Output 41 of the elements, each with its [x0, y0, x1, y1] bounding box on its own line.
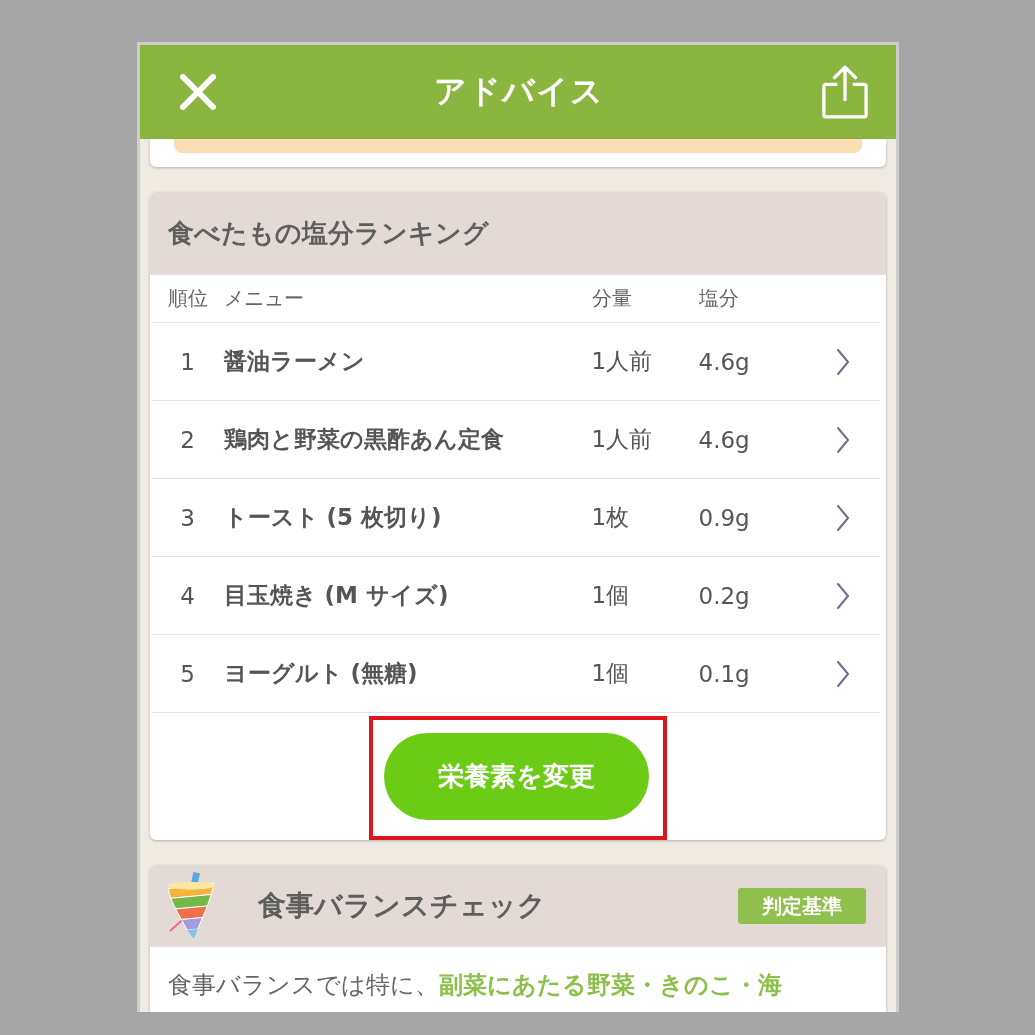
column-header: メニュー [223, 285, 305, 312]
salt-cell-text: 0.9g [698, 504, 751, 531]
rank-number: 3 [180, 504, 195, 531]
advice-text: 食事バランスでは特に、副菜にあたる野菜・きのこ・海 [167, 971, 782, 999]
amount-cell-text: 1人前 [591, 425, 654, 454]
share-icon[interactable] [821, 65, 868, 119]
ranking-row[interactable]: 4 目玉焼き (M サイズ) 1個 0.2g [151, 557, 880, 635]
chevron-right-icon [835, 581, 850, 610]
amount-cell-text: 1人前 [591, 347, 654, 376]
chevron-right-icon [835, 425, 850, 454]
section-title: 食べたもの塩分ランキング [167, 217, 489, 250]
menu-name: 鶏肉と野菜の黒酢あん定食 [223, 425, 505, 454]
chevron-right-icon [835, 659, 850, 688]
ranking-row[interactable]: 2 鶏肉と野菜の黒酢あん定食 1人前 4.6g [151, 401, 880, 479]
menu-name: トースト (5 枚切り) [223, 503, 443, 532]
screen-title: アドバイス [433, 71, 604, 112]
column-header: 塩分 [698, 285, 740, 312]
ranking-row[interactable]: 1 醤油ラーメン 1人前 4.6g [151, 323, 880, 401]
menu-name: 醤油ラーメン [223, 347, 366, 376]
chevron-right-icon [835, 347, 850, 376]
salt-cell-text: 0.2g [698, 582, 751, 609]
rank-number: 4 [180, 582, 195, 609]
spinning-top-icon [165, 871, 216, 941]
rank-number: 2 [180, 426, 195, 453]
section-title: 食事バランスチェック [257, 888, 547, 924]
salt-cell-text: 4.6g [698, 348, 751, 375]
amount-cell-text: 1個 [591, 659, 631, 688]
ranking-row[interactable]: 5 ヨーグルト (無糖) 1個 0.1g [151, 635, 880, 713]
salt-cell-text: 0.1g [698, 660, 751, 687]
ranking-row[interactable]: 3 トースト (5 枚切り) 1枚 0.9g [151, 479, 880, 557]
salt-cell-text: 4.6g [698, 426, 751, 453]
amount-cell-text: 1枚 [591, 503, 631, 532]
rank-number: 1 [180, 348, 195, 375]
amount-cell-text: 1個 [591, 581, 631, 610]
menu-name: ヨーグルト (無糖) [223, 659, 419, 688]
close-icon[interactable] [179, 74, 216, 110]
column-header: 順位 [167, 285, 208, 312]
menu-name: 目玉焼き (M サイズ) [223, 581, 450, 610]
chevron-right-icon [835, 503, 850, 532]
column-header: 分量 [591, 285, 633, 312]
rank-number: 5 [180, 660, 195, 687]
